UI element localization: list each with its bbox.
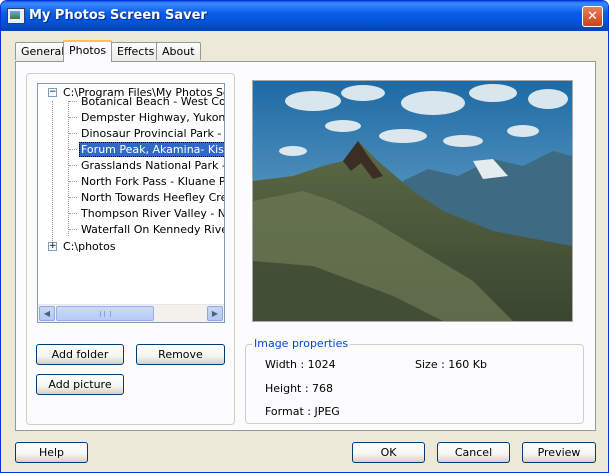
add-picture-button[interactable]: Add picture — [36, 374, 124, 395]
tree-root-line — [52, 101, 53, 245]
grip-icon — [100, 311, 111, 317]
title-bar[interactable]: My Photos Screen Saver ✕ — [1, 1, 608, 31]
image-format: Format : JPEG — [265, 405, 340, 418]
tree-root-photos[interactable]: C:\photos — [61, 239, 118, 254]
tree-item-photo[interactable]: North Towards Heefley Creek, — [79, 190, 224, 205]
image-properties-group: Image properties Width : 1024 Size : 160… — [245, 337, 584, 424]
image-width: Width : 1024 — [265, 358, 336, 371]
ok-button[interactable]: OK — [352, 442, 425, 463]
folder-tree[interactable]: − C:\Program Files\My Photos Scree Botan… — [37, 83, 225, 323]
tree-connector — [69, 117, 77, 118]
app-icon — [7, 8, 25, 24]
photo-preview-image — [253, 81, 572, 321]
screen-saver-window: My Photos Screen Saver ✕ General Photos … — [0, 0, 609, 473]
tree-item-photo[interactable]: Thompson River Valley - Near — [79, 206, 224, 221]
close-button[interactable]: ✕ — [582, 6, 603, 27]
scroll-left-icon[interactable]: ◀ — [39, 306, 55, 321]
window-title: My Photos Screen Saver — [29, 8, 207, 23]
photos-tab-panel: − C:\Program Files\My Photos Scree Botan… — [15, 61, 596, 431]
expand-icon[interactable]: + — [48, 242, 57, 251]
photo-preview — [252, 80, 573, 322]
add-folder-button[interactable]: Add folder — [36, 344, 124, 365]
tree-horizontal-scrollbar[interactable]: ◀ ▶ — [38, 304, 224, 322]
tree-item-photo[interactable]: Waterfall On Kennedy River - \ — [79, 222, 224, 237]
tree-item-photo[interactable]: Grasslands National Park - Sa — [79, 158, 224, 173]
tab-effects[interactable]: Effects — [111, 42, 161, 60]
close-icon: ✕ — [587, 9, 598, 24]
scroll-thumb[interactable] — [56, 306, 154, 321]
help-button[interactable]: Help — [15, 442, 88, 463]
collapse-icon[interactable]: − — [48, 88, 57, 97]
tree-connector — [69, 149, 77, 150]
tree-item-photo[interactable]: Dempster Highway, Yukon.jpg — [79, 110, 224, 125]
tree-branch-line — [68, 101, 69, 236]
scroll-right-icon[interactable]: ▶ — [207, 306, 223, 321]
tree-connector — [69, 197, 77, 198]
tree-item-photo[interactable]: Dinosaur Provincial Park - Bac — [79, 126, 224, 141]
image-size: Size : 160 Kb — [415, 358, 487, 371]
cancel-button[interactable]: Cancel — [437, 442, 510, 463]
tree-connector — [69, 213, 77, 214]
tab-photos[interactable]: Photos — [63, 40, 113, 62]
tree-item-photo-selected[interactable]: Forum Peak, Akamina- Kishine — [79, 142, 224, 157]
tree-connector — [69, 101, 77, 102]
tree-item-photo[interactable]: North Fork Pass - Kluane Park — [79, 174, 224, 189]
image-height: Height : 768 — [265, 382, 334, 395]
tree-item-photo[interactable]: Botanical Beach - West Coast — [79, 94, 224, 109]
tree-connector — [69, 229, 77, 230]
tab-about[interactable]: About — [156, 42, 201, 60]
tree-connector — [69, 165, 77, 166]
tree-connector — [69, 133, 77, 134]
preview-button[interactable]: Preview — [522, 442, 596, 463]
tree-connector — [69, 181, 77, 182]
remove-button[interactable]: Remove — [136, 344, 225, 365]
image-properties-title: Image properties — [252, 337, 351, 350]
photo-sources-group: − C:\Program Files\My Photos Scree Botan… — [26, 73, 235, 425]
